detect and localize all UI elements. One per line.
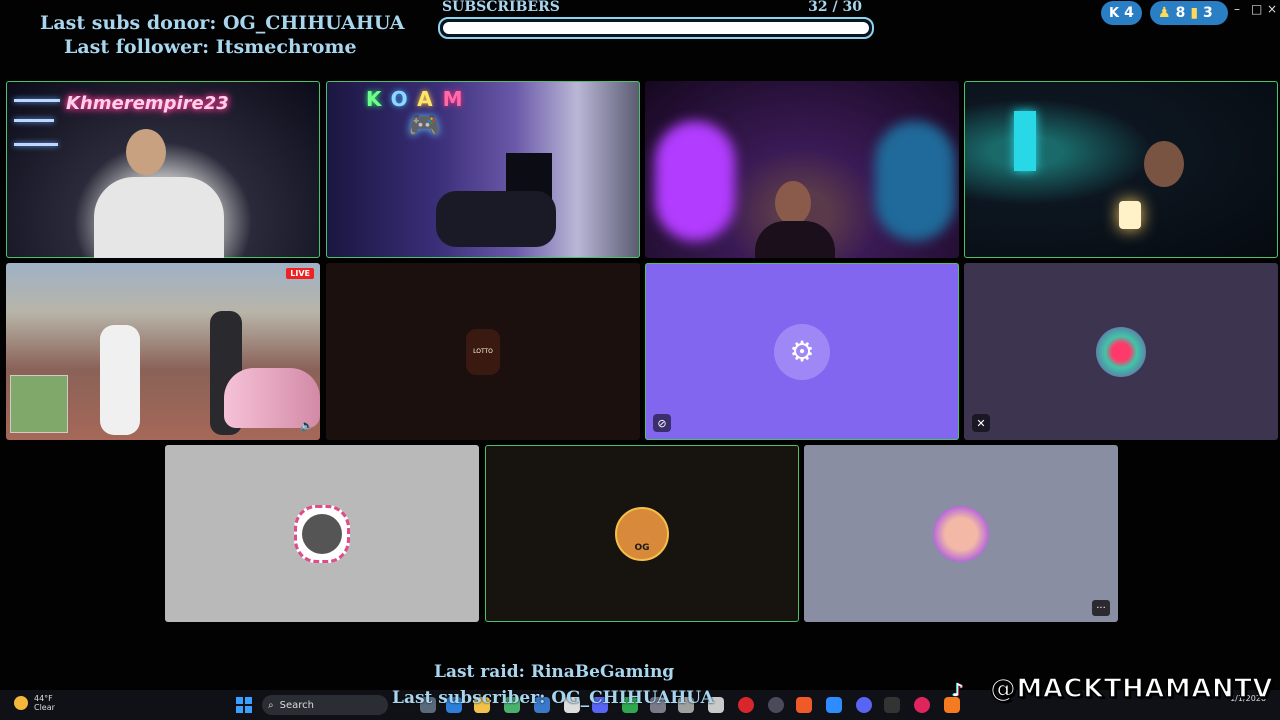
brave-icon[interactable] (796, 697, 812, 713)
streamer-face (775, 181, 811, 225)
channel-handle: @MACKTHAMANTV (989, 673, 1273, 705)
minimap (10, 375, 68, 433)
video-tile-khmerempire[interactable]: Khmerempire23 (6, 81, 320, 258)
close-icon[interactable]: × (1267, 2, 1277, 16)
person-icon: ♟ (1158, 5, 1171, 21)
avatar (1096, 326, 1146, 377)
last-follower-text: Last follower: Itsmechrome (64, 36, 357, 58)
subscriber-goal-fill (443, 22, 869, 34)
avatar (294, 504, 350, 563)
live-badge: LIVE (286, 268, 314, 279)
search-placeholder: Search (279, 699, 314, 711)
search-icon: ⌕ (268, 699, 274, 711)
minimize-icon[interactable]: – (1234, 2, 1240, 16)
weather-condition: Clear (34, 703, 55, 712)
subscriber-goal-bar (438, 17, 874, 39)
youtube-icon[interactable] (738, 697, 754, 713)
streamer-body (94, 177, 224, 258)
video-tile-rgb-setup[interactable] (964, 81, 1278, 258)
subscriber-goal-count: 32 / 30 (808, 0, 862, 15)
stream-muted-icon[interactable]: ⊘ (653, 414, 671, 432)
bar-chart-icon: ▮ (1190, 5, 1199, 21)
maximize-icon[interactable]: □ (1251, 2, 1262, 16)
streamer-silhouette (436, 191, 556, 247)
taskbar-app-icon[interactable] (884, 697, 900, 713)
taskbar-app-icon[interactable] (914, 697, 930, 713)
avatar-label: LOTTO (473, 348, 493, 355)
subscriber-goal-label: SUBSCRIBERS (442, 0, 560, 15)
user-tile-gear-bot[interactable]: ⚙ ⊘ (645, 263, 959, 440)
taskbar-app-icon[interactable] (768, 697, 784, 713)
blue-light (875, 121, 955, 241)
avatar-portrait (302, 513, 342, 554)
gear-icon: ⚙ (774, 323, 830, 380)
more-options-icon[interactable]: ··· (1092, 600, 1110, 616)
tiktok-icon: ♪ (952, 680, 964, 701)
streamer-face (1144, 141, 1184, 187)
streamer-head (126, 129, 166, 175)
temperature: 44°F (34, 694, 53, 703)
user-tile-pink-frame[interactable] (165, 445, 479, 622)
gamepad-icon: 🎮 (408, 111, 441, 141)
og-badge: OG (634, 542, 650, 553)
neon-light-strip (14, 99, 60, 102)
mic-muted-icon[interactable]: ✕ (972, 414, 990, 432)
last-raid-text: Last raid: RinaBeGaming (434, 662, 675, 682)
avatar: LOTTO (466, 328, 500, 375)
weather-widget[interactable]: 44°F Clear (14, 694, 55, 712)
neon-light-strip (14, 143, 58, 146)
discord-icon[interactable] (856, 697, 872, 713)
last-subs-donor-text: Last subs donor: OG_CHIHUAHUA (40, 12, 405, 34)
taskbar-search[interactable]: ⌕ Search (262, 695, 388, 715)
lamp (1119, 201, 1141, 229)
video-tile-purple-room[interactable] (645, 81, 959, 258)
neon-sign-text: Khmerempire23 (66, 93, 229, 114)
user-tile-og[interactable]: OG (485, 445, 799, 622)
user-tile-sparkle[interactable]: ··· (804, 445, 1118, 622)
chart-count: 3 (1203, 5, 1213, 21)
kick-count: 4 (1124, 5, 1134, 21)
neon-light-strip (14, 119, 54, 122)
subscriber-goal: SUBSCRIBERS 32 / 30 (438, 0, 874, 40)
purple-light (655, 121, 735, 241)
avatar (933, 505, 989, 562)
user-tile-lips[interactable]: ✕ (964, 263, 1278, 440)
viewers-pill[interactable]: ♟ 8 ▮ 3 (1150, 1, 1228, 25)
kick-followers-pill[interactable]: K 4 (1101, 1, 1142, 25)
volume-icon[interactable]: 🔈 (300, 419, 314, 432)
viewers-count: 8 (1175, 5, 1186, 21)
zoom-icon[interactable] (826, 697, 842, 713)
streamer-body (755, 221, 835, 258)
weather-icon (14, 696, 28, 710)
video-tile-neon-gamer[interactable]: KOAM 🎮 (326, 81, 640, 258)
user-tile-lotto[interactable]: LOTTO (326, 263, 640, 440)
rgb-light (1014, 111, 1036, 171)
player-character (100, 325, 140, 435)
neon-letters: KOAM (366, 87, 473, 111)
last-subscriber-text: Last subscriber: OG_CHIHUAHUA (392, 688, 714, 708)
avatar: OG (615, 506, 669, 561)
start-button[interactable] (236, 697, 252, 713)
kick-icon: K (1109, 5, 1120, 21)
video-tile-gta-stream[interactable]: LIVE 🔈 (6, 263, 320, 440)
